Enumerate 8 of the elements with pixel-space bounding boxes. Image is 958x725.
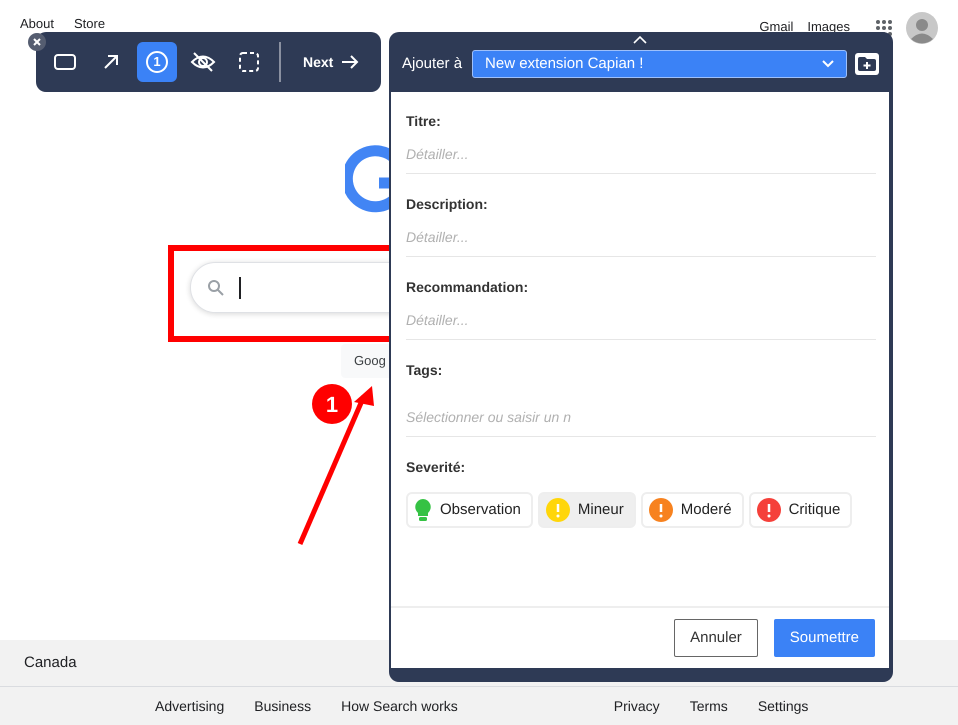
field-label: Severité: [406,458,466,477]
add-to-label: Ajouter à [402,54,462,74]
number-marker: 1 [312,384,352,424]
field-label: Description: [406,195,489,214]
field-label: Recommandation: [406,278,530,297]
country-label: Canada [24,652,77,673]
field-label: Tags: [406,361,444,380]
field-label: Titre: [406,112,442,131]
